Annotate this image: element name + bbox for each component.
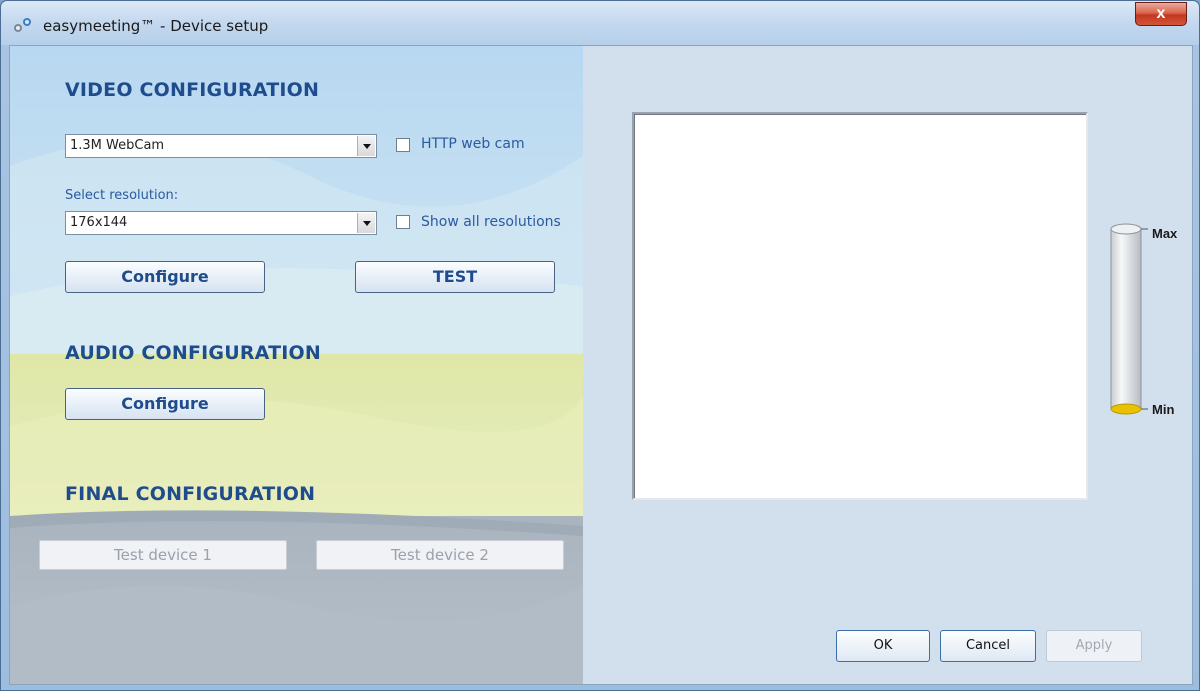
apply-button[interactable]: Apply (1046, 630, 1142, 662)
test-device-1-button[interactable]: Test device 1 (39, 540, 287, 570)
meter-max-label: Max (1152, 226, 1178, 241)
video-configure-button[interactable]: Configure (65, 261, 265, 293)
show-all-resolutions-checkbox[interactable] (396, 215, 410, 229)
final-configuration-heading: FINAL CONFIGURATION (65, 483, 316, 505)
select-resolution-label: Select resolution: (65, 188, 179, 203)
video-device-value: 1.3M WebCam (70, 138, 165, 153)
video-preview-area (632, 112, 1088, 500)
video-device-select[interactable]: 1.3M WebCam (65, 134, 377, 158)
resolution-value: 176x144 (70, 215, 128, 230)
audio-configure-button[interactable]: Configure (65, 388, 265, 420)
video-configuration-heading: VIDEO CONFIGURATION (65, 79, 320, 101)
show-all-resolutions-label: Show all resolutions (421, 214, 561, 230)
http-webcam-checkbox[interactable] (396, 138, 410, 152)
resolution-select[interactable]: 176x144 (65, 211, 377, 235)
http-webcam-label: HTTP web cam (421, 136, 525, 152)
chevron-down-icon[interactable] (357, 136, 375, 156)
window-title: easymeeting™ - Device setup (43, 17, 269, 35)
cancel-button[interactable]: Cancel (940, 630, 1036, 662)
ok-button[interactable]: OK (836, 630, 930, 662)
configuration-panel: VIDEO CONFIGURATION 1.3M WebCam HTTP web… (10, 46, 583, 684)
audio-level-meter (1110, 223, 1148, 415)
easymeeting-app-icon (14, 18, 31, 32)
chevron-down-icon[interactable] (357, 213, 375, 233)
close-icon: x (1156, 5, 1166, 22)
test-video-button[interactable]: TEST (355, 261, 555, 293)
test-device-2-button[interactable]: Test device 2 (316, 540, 564, 570)
audio-configuration-heading: AUDIO CONFIGURATION (65, 342, 321, 364)
close-button[interactable]: x (1135, 2, 1187, 26)
client-area: VIDEO CONFIGURATION 1.3M WebCam HTTP web… (9, 45, 1193, 685)
meter-min-label: Min (1152, 402, 1175, 417)
title-bar[interactable]: easymeeting™ - Device setup x (1, 1, 1199, 45)
device-setup-window: easymeeting™ - Device setup x VIDEO CONF… (0, 0, 1200, 691)
